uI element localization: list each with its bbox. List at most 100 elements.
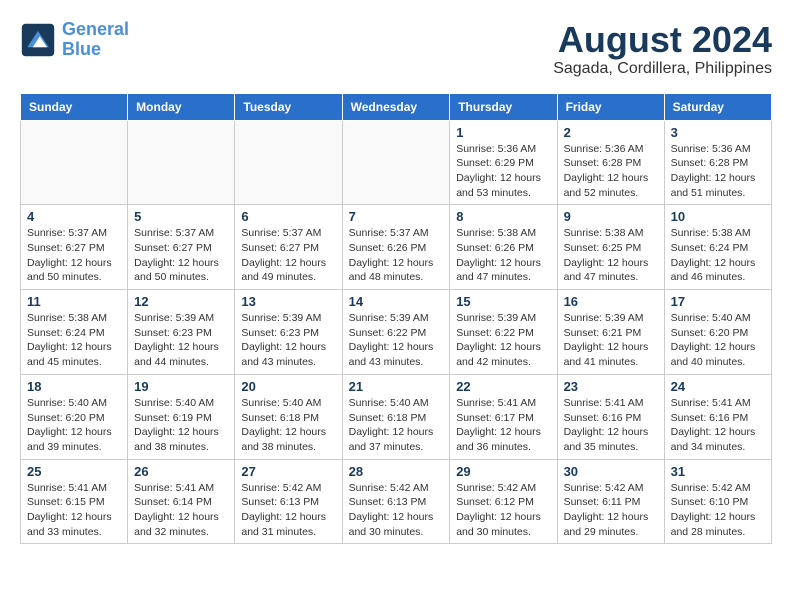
day-info: Sunrise: 5:41 AM Sunset: 6:15 PM Dayligh… bbox=[27, 481, 121, 540]
calendar-cell bbox=[128, 120, 235, 205]
day-number: 29 bbox=[456, 464, 550, 479]
calendar-cell: 4Sunrise: 5:37 AM Sunset: 6:27 PM Daylig… bbox=[21, 205, 128, 290]
calendar-cell: 30Sunrise: 5:42 AM Sunset: 6:11 PM Dayli… bbox=[557, 459, 664, 544]
calendar-cell bbox=[342, 120, 450, 205]
day-info: Sunrise: 5:42 AM Sunset: 6:13 PM Dayligh… bbox=[349, 481, 444, 540]
day-info: Sunrise: 5:39 AM Sunset: 6:21 PM Dayligh… bbox=[564, 311, 658, 370]
weekday-header-saturday: Saturday bbox=[664, 93, 771, 120]
day-number: 15 bbox=[456, 294, 550, 309]
calendar-cell: 24Sunrise: 5:41 AM Sunset: 6:16 PM Dayli… bbox=[664, 374, 771, 459]
calendar-cell: 23Sunrise: 5:41 AM Sunset: 6:16 PM Dayli… bbox=[557, 374, 664, 459]
day-info: Sunrise: 5:38 AM Sunset: 6:24 PM Dayligh… bbox=[671, 226, 765, 285]
day-info: Sunrise: 5:40 AM Sunset: 6:18 PM Dayligh… bbox=[349, 396, 444, 455]
weekday-header-wednesday: Wednesday bbox=[342, 93, 450, 120]
weekday-header-monday: Monday bbox=[128, 93, 235, 120]
calendar-cell: 6 Sunrise: 5:37 AM Sunset: 6:27 PM Daylig… bbox=[235, 205, 342, 290]
calendar-cell: 28 Sunrise: 5:42 AM Sunset: 6:13 PM Dayli… bbox=[342, 459, 450, 544]
day-info: Sunrise: 5:41 AM Sunset: 6:16 PM Dayligh… bbox=[564, 396, 658, 455]
calendar-week-row: 11 Sunrise: 5:38 AM Sunset: 6:24 PM Dayli… bbox=[21, 290, 772, 375]
calendar-cell: 1Sunrise: 5:36 AM Sunset: 6:29 PM Daylig… bbox=[450, 120, 557, 205]
day-number: 11 bbox=[27, 294, 121, 309]
calendar-week-row: 4Sunrise: 5:37 AM Sunset: 6:27 PM Daylig… bbox=[21, 205, 772, 290]
day-info: Sunrise: 5:39 AM Sunset: 6:22 PM Dayligh… bbox=[349, 311, 444, 370]
day-number: 5 bbox=[134, 209, 228, 224]
day-info: Sunrise: 5:38 AM Sunset: 6:24 PM Dayligh… bbox=[27, 311, 121, 370]
calendar-cell bbox=[235, 120, 342, 205]
calendar-cell: 22Sunrise: 5:41 AM Sunset: 6:17 PM Dayli… bbox=[450, 374, 557, 459]
calendar-cell: 7 Sunrise: 5:37 AM Sunset: 6:26 PM Daylig… bbox=[342, 205, 450, 290]
calendar-week-row: 18 Sunrise: 5:40 AM Sunset: 6:20 PM Dayli… bbox=[21, 374, 772, 459]
calendar-cell: 12 Sunrise: 5:39 AM Sunset: 6:23 PM Dayli… bbox=[128, 290, 235, 375]
day-info: Sunrise: 5:42 AM Sunset: 6:10 PM Dayligh… bbox=[671, 481, 765, 540]
day-info: Sunrise: 5:42 AM Sunset: 6:13 PM Dayligh… bbox=[241, 481, 335, 540]
day-number: 16 bbox=[564, 294, 658, 309]
day-number: 12 bbox=[134, 294, 228, 309]
calendar-cell: 19Sunrise: 5:40 AM Sunset: 6:19 PM Dayli… bbox=[128, 374, 235, 459]
logo-line2: Blue bbox=[62, 39, 101, 59]
calendar-cell: 15 Sunrise: 5:39 AM Sunset: 6:22 PM Dayli… bbox=[450, 290, 557, 375]
day-number: 6 bbox=[241, 209, 335, 224]
day-info: Sunrise: 5:38 AM Sunset: 6:26 PM Dayligh… bbox=[456, 226, 550, 285]
weekday-header-tuesday: Tuesday bbox=[235, 93, 342, 120]
day-number: 25 bbox=[27, 464, 121, 479]
day-info: Sunrise: 5:38 AM Sunset: 6:25 PM Dayligh… bbox=[564, 226, 658, 285]
day-info: Sunrise: 5:37 AM Sunset: 6:27 PM Dayligh… bbox=[134, 226, 228, 285]
day-info: Sunrise: 5:39 AM Sunset: 6:23 PM Dayligh… bbox=[134, 311, 228, 370]
day-number: 17 bbox=[671, 294, 765, 309]
day-number: 8 bbox=[456, 209, 550, 224]
calendar-cell: 8 Sunrise: 5:38 AM Sunset: 6:26 PM Daylig… bbox=[450, 205, 557, 290]
title-area: August 2024 Sagada, Cordillera, Philippi… bbox=[553, 20, 772, 78]
day-info: Sunrise: 5:37 AM Sunset: 6:27 PM Dayligh… bbox=[241, 226, 335, 285]
day-number: 2 bbox=[564, 125, 658, 140]
calendar-cell: 17Sunrise: 5:40 AM Sunset: 6:20 PM Dayli… bbox=[664, 290, 771, 375]
calendar-cell: 2 Sunrise: 5:36 AM Sunset: 6:28 PM Daylig… bbox=[557, 120, 664, 205]
calendar-cell: 14 Sunrise: 5:39 AM Sunset: 6:22 PM Dayli… bbox=[342, 290, 450, 375]
logo-text: General Blue bbox=[62, 20, 129, 60]
day-number: 27 bbox=[241, 464, 335, 479]
day-number: 24 bbox=[671, 379, 765, 394]
day-number: 31 bbox=[671, 464, 765, 479]
calendar-cell: 20Sunrise: 5:40 AM Sunset: 6:18 PM Dayli… bbox=[235, 374, 342, 459]
day-number: 7 bbox=[349, 209, 444, 224]
day-number: 14 bbox=[349, 294, 444, 309]
month-year: August 2024 bbox=[553, 20, 772, 60]
day-number: 9 bbox=[564, 209, 658, 224]
day-number: 3 bbox=[671, 125, 765, 140]
calendar-body: 1Sunrise: 5:36 AM Sunset: 6:29 PM Daylig… bbox=[21, 120, 772, 544]
day-info: Sunrise: 5:37 AM Sunset: 6:27 PM Dayligh… bbox=[27, 226, 121, 285]
weekday-header-sunday: Sunday bbox=[21, 93, 128, 120]
calendar-cell: 9 Sunrise: 5:38 AM Sunset: 6:25 PM Daylig… bbox=[557, 205, 664, 290]
calendar-cell: 29 Sunrise: 5:42 AM Sunset: 6:12 PM Dayli… bbox=[450, 459, 557, 544]
day-number: 26 bbox=[134, 464, 228, 479]
day-info: Sunrise: 5:41 AM Sunset: 6:14 PM Dayligh… bbox=[134, 481, 228, 540]
calendar-cell bbox=[21, 120, 128, 205]
calendar-cell: 10 Sunrise: 5:38 AM Sunset: 6:24 PM Dayli… bbox=[664, 205, 771, 290]
page-header: General Blue August 2024 Sagada, Cordill… bbox=[20, 20, 772, 78]
location: Sagada, Cordillera, Philippines bbox=[553, 60, 772, 78]
calendar-table: SundayMondayTuesdayWednesdayThursdayFrid… bbox=[20, 93, 772, 545]
day-number: 28 bbox=[349, 464, 444, 479]
day-number: 20 bbox=[241, 379, 335, 394]
calendar-week-row: 1Sunrise: 5:36 AM Sunset: 6:29 PM Daylig… bbox=[21, 120, 772, 205]
day-number: 30 bbox=[564, 464, 658, 479]
day-info: Sunrise: 5:37 AM Sunset: 6:26 PM Dayligh… bbox=[349, 226, 444, 285]
day-info: Sunrise: 5:41 AM Sunset: 6:17 PM Dayligh… bbox=[456, 396, 550, 455]
day-number: 13 bbox=[241, 294, 335, 309]
calendar-week-row: 25 Sunrise: 5:41 AM Sunset: 6:15 PM Dayli… bbox=[21, 459, 772, 544]
logo-icon bbox=[20, 22, 56, 58]
calendar-cell: 27 Sunrise: 5:42 AM Sunset: 6:13 PM Dayli… bbox=[235, 459, 342, 544]
day-number: 18 bbox=[27, 379, 121, 394]
day-info: Sunrise: 5:42 AM Sunset: 6:12 PM Dayligh… bbox=[456, 481, 550, 540]
logo: General Blue bbox=[20, 20, 129, 60]
day-info: Sunrise: 5:36 AM Sunset: 6:28 PM Dayligh… bbox=[564, 142, 658, 201]
day-info: Sunrise: 5:40 AM Sunset: 6:20 PM Dayligh… bbox=[27, 396, 121, 455]
calendar-cell: 18 Sunrise: 5:40 AM Sunset: 6:20 PM Dayli… bbox=[21, 374, 128, 459]
weekday-header-thursday: Thursday bbox=[450, 93, 557, 120]
calendar-cell: 21Sunrise: 5:40 AM Sunset: 6:18 PM Dayli… bbox=[342, 374, 450, 459]
calendar-cell: 16 Sunrise: 5:39 AM Sunset: 6:21 PM Dayli… bbox=[557, 290, 664, 375]
day-info: Sunrise: 5:39 AM Sunset: 6:22 PM Dayligh… bbox=[456, 311, 550, 370]
day-number: 10 bbox=[671, 209, 765, 224]
calendar-cell: 5 Sunrise: 5:37 AM Sunset: 6:27 PM Daylig… bbox=[128, 205, 235, 290]
weekday-row: SundayMondayTuesdayWednesdayThursdayFrid… bbox=[21, 93, 772, 120]
day-number: 19 bbox=[134, 379, 228, 394]
